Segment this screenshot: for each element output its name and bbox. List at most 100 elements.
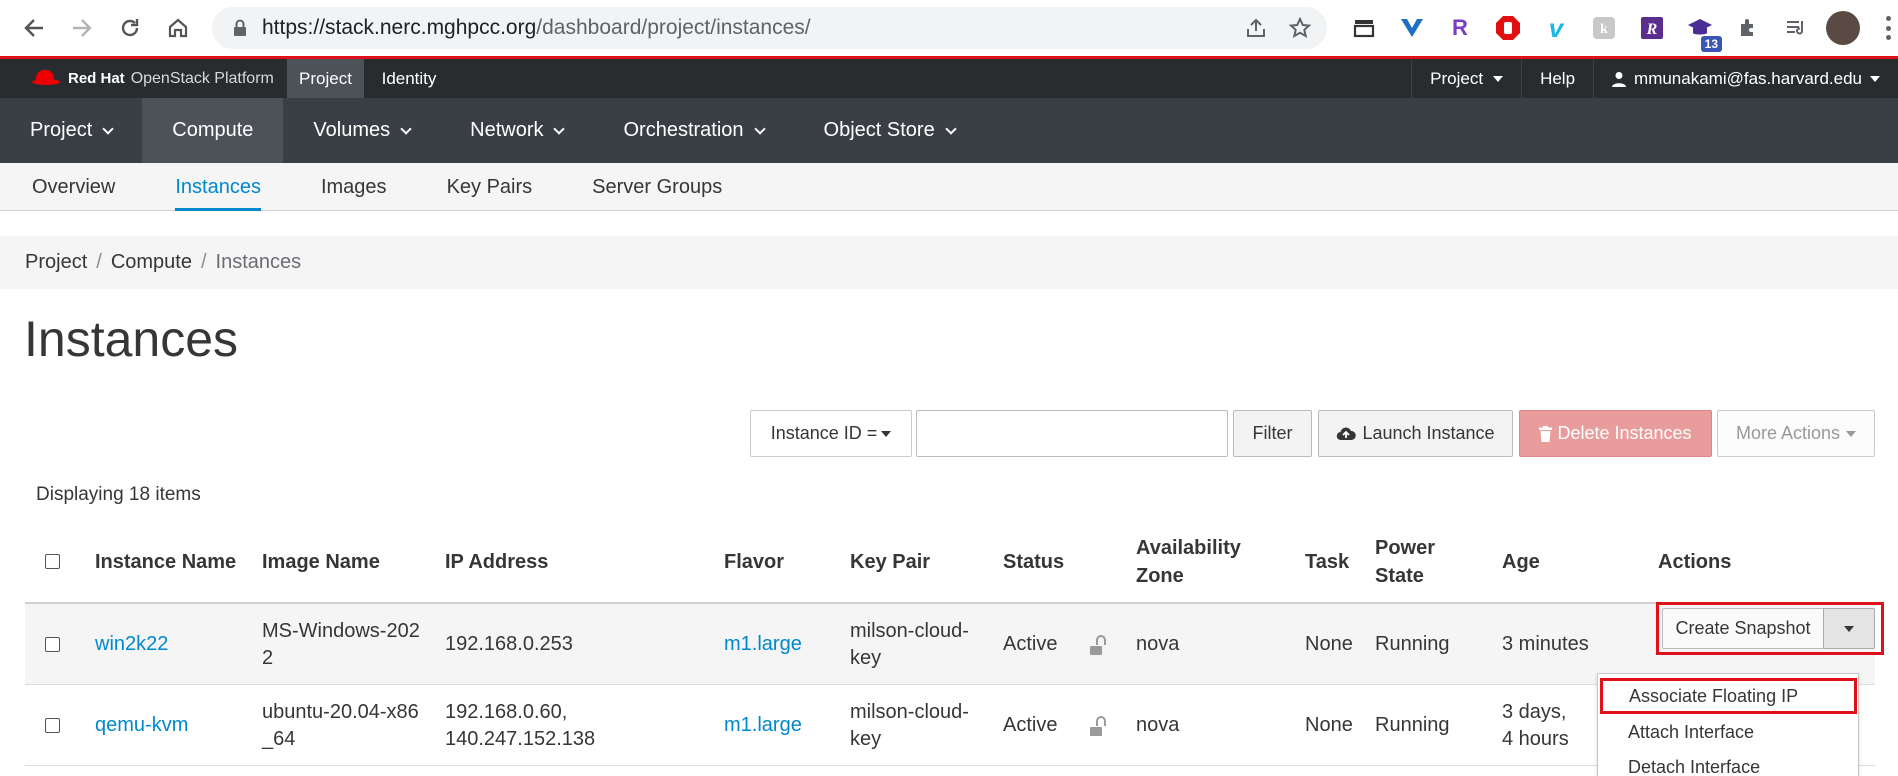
chevron-down-icon	[945, 122, 957, 135]
create-snapshot-button[interactable]: Create Snapshot	[1662, 608, 1824, 649]
row-actions-dropdown-toggle[interactable]	[1823, 608, 1875, 649]
tab-key-pairs[interactable]: Key Pairs	[447, 163, 533, 211]
share-icon[interactable]	[1243, 15, 1269, 41]
extension-stop-icon[interactable]	[1490, 10, 1526, 46]
nav-compute[interactable]: Compute	[142, 98, 284, 163]
delete-instances-button[interactable]: Delete Instances	[1519, 410, 1712, 457]
filter-button-label: Filter	[1252, 423, 1293, 443]
filter-field-select[interactable]: Instance ID =	[750, 410, 912, 457]
breadcrumb: Project / Compute / Instances	[0, 236, 1898, 289]
filter-button[interactable]: Filter	[1233, 410, 1312, 457]
header-power-state[interactable]: Power State	[1375, 534, 1435, 590]
header-key-pair[interactable]: Key Pair	[850, 548, 930, 576]
nav-volumes[interactable]: Volumes	[283, 98, 440, 163]
header-task[interactable]: Task	[1305, 548, 1349, 576]
bookmark-star-icon[interactable]	[1287, 15, 1313, 41]
help-link[interactable]: Help	[1521, 59, 1593, 98]
image-name-line1: MS-Windows-202	[262, 620, 420, 642]
more-actions-button[interactable]: More Actions	[1717, 410, 1875, 457]
nav-orchestration[interactable]: Orchestration	[593, 98, 793, 163]
chevron-down-icon	[753, 122, 766, 135]
home-icon[interactable]	[158, 8, 198, 48]
flavor-link[interactable]: m1.large	[724, 631, 802, 658]
filter-input[interactable]	[917, 411, 1227, 456]
reload-icon[interactable]	[110, 8, 150, 48]
launch-instance-button[interactable]: Launch Instance	[1318, 410, 1513, 457]
nav-network[interactable]: Network	[440, 98, 593, 163]
context-project-tab[interactable]: Project	[287, 59, 364, 98]
project-menu[interactable]: Project	[1411, 59, 1521, 98]
vimeo-icon[interactable]: v	[1538, 10, 1574, 46]
key-line2: key	[850, 728, 882, 750]
nav-orchestration-label: Orchestration	[623, 119, 744, 141]
url-text: https://stack.nerc.mghpcc.org/dashboard/…	[262, 16, 811, 40]
header-flavor[interactable]: Flavor	[724, 548, 784, 576]
row-checkbox[interactable]	[45, 637, 60, 652]
header-actions: Actions	[1658, 551, 1732, 573]
page-title: Instances	[24, 311, 239, 367]
tab-server-groups[interactable]: Server Groups	[592, 163, 722, 211]
unlock-icon	[1090, 635, 1108, 655]
ip-line2: 140.247.152.138	[445, 728, 596, 750]
brand-logo[interactable]: Red Hat OpenStack Platform	[32, 69, 274, 88]
user-menu[interactable]: mmunakami@fas.harvard.edu	[1593, 59, 1898, 98]
chevron-down-icon	[553, 122, 566, 135]
delete-instances-label: Delete Instances	[1557, 423, 1692, 443]
header-image-name[interactable]: Image Name	[262, 548, 380, 576]
row-checkbox[interactable]	[45, 718, 60, 733]
tab-overview[interactable]: Overview	[32, 163, 115, 211]
chevron-down-icon	[102, 122, 114, 135]
associate-floating-ip-item[interactable]: Associate Floating IP	[1600, 678, 1857, 714]
chevron-down-icon	[400, 122, 412, 135]
flavor-link[interactable]: m1.large	[724, 712, 802, 739]
caret-down-icon	[1846, 430, 1857, 437]
trash-icon	[1539, 425, 1553, 442]
extension-r2-icon[interactable]: R	[1634, 10, 1670, 46]
nav-project-label: Project	[30, 119, 93, 141]
image-name-line2: 2	[262, 647, 274, 669]
age-line2: 4 hours	[1502, 728, 1569, 750]
graduation-cap-icon[interactable]: 13	[1682, 10, 1722, 52]
header-availability-zone[interactable]: Availability Zone	[1136, 534, 1241, 590]
key-line1: milson-cloud-	[850, 701, 969, 723]
select-all-checkbox[interactable]	[45, 554, 60, 569]
tab-images[interactable]: Images	[321, 163, 387, 211]
lock-icon[interactable]	[232, 18, 248, 38]
nav-object-store[interactable]: Object Store	[794, 98, 985, 163]
svg-text:R: R	[1646, 21, 1658, 38]
table-header: Instance Name Image Name IP Address Flav…	[25, 520, 1875, 604]
puzzle-icon[interactable]	[1730, 10, 1766, 46]
task: None	[1305, 714, 1353, 736]
url-path: /dashboard/project/instances/	[536, 16, 811, 39]
image-name: ubuntu-20.04-x86 _64	[262, 699, 419, 753]
extension-r-icon[interactable]: R	[1442, 10, 1478, 46]
reading-list-icon[interactable]	[1346, 10, 1382, 46]
media-queue-icon[interactable]	[1778, 10, 1814, 46]
forward-icon[interactable]	[62, 8, 102, 48]
top-navbar: Red Hat OpenStack Platform Project Ident…	[0, 59, 1898, 98]
breadcrumb-compute[interactable]: Compute	[111, 251, 192, 274]
header-az-line2: Zone	[1136, 565, 1184, 587]
attach-interface-item[interactable]: Attach Interface	[1598, 718, 1858, 746]
header-ip-address[interactable]: IP Address	[445, 548, 548, 576]
breadcrumb-project[interactable]: Project	[25, 251, 87, 274]
extension-y-icon[interactable]	[1394, 10, 1430, 46]
image-name-line1: ubuntu-20.04-x86	[262, 701, 419, 723]
tab-instances[interactable]: Instances	[175, 163, 261, 211]
ip-address: 192.168.0.60, 140.247.152.138	[445, 699, 595, 753]
header-instance-name[interactable]: Instance Name	[95, 548, 236, 576]
availability-zone: nova	[1136, 633, 1180, 655]
nav-project[interactable]: Project	[0, 98, 142, 163]
instance-name-link[interactable]: qemu-kvm	[95, 712, 188, 739]
instance-name-link[interactable]: win2k22	[95, 631, 168, 658]
profile-avatar[interactable]	[1826, 11, 1860, 45]
address-bar[interactable]: https://stack.nerc.mghpcc.org/dashboard/…	[212, 7, 1327, 49]
context-identity-tab[interactable]: Identity	[370, 59, 448, 98]
extension-k-icon[interactable]: k	[1586, 10, 1622, 46]
browser-menu-icon[interactable]	[1886, 16, 1892, 40]
detach-interface-item[interactable]: Detach Interface	[1598, 753, 1858, 776]
header-status[interactable]: Status	[1003, 548, 1064, 576]
header-age[interactable]: Age	[1502, 548, 1540, 576]
more-actions-label: More Actions	[1735, 423, 1841, 443]
back-icon[interactable]	[14, 8, 54, 48]
